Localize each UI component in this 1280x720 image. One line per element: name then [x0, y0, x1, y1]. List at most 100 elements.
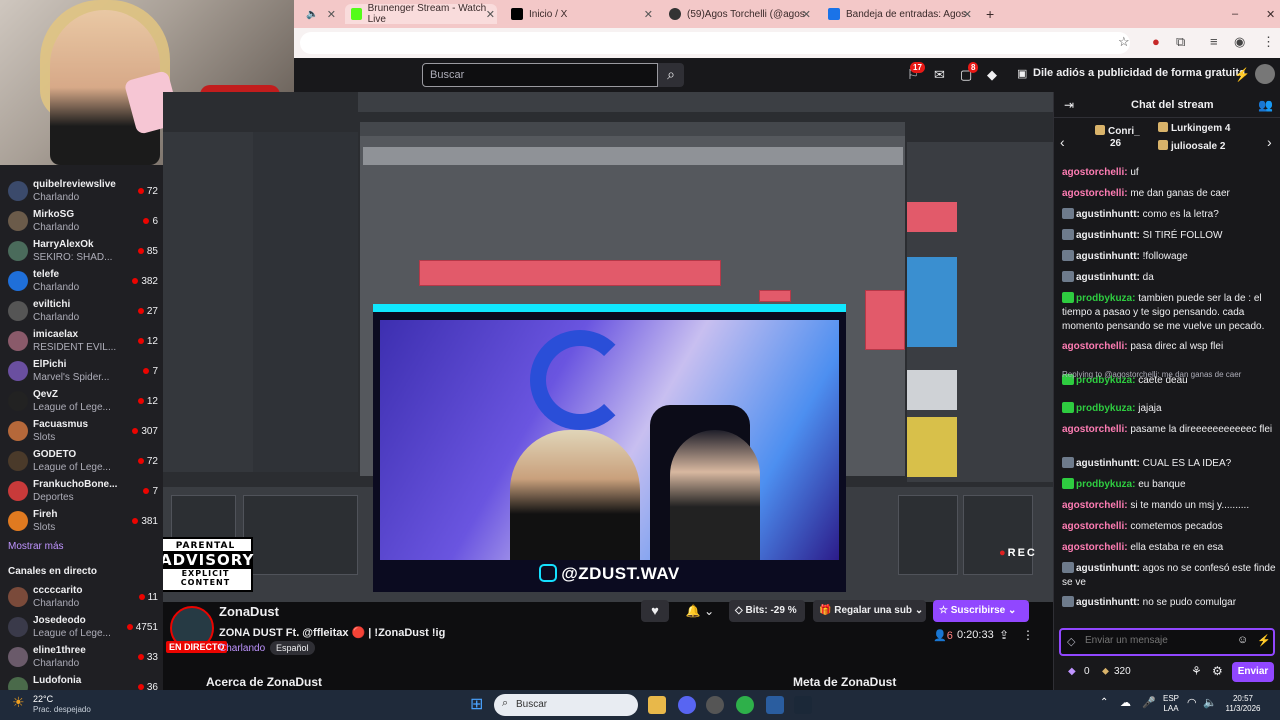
close-icon[interactable]: ✕ [486, 8, 495, 21]
close-window-icon[interactable]: ✕ [1260, 4, 1280, 24]
chat-input[interactable] [1085, 635, 1235, 646]
sidebar-channel[interactable]: ElPichi Marvel's Spider... 7 [6, 357, 158, 387]
steam-icon[interactable] [794, 696, 812, 714]
sidebar-channel[interactable]: MirkoSG Charlando 6 [6, 207, 158, 237]
follow-button[interactable]: ♥ [641, 600, 669, 622]
address-field[interactable] [300, 32, 1130, 54]
chat-username[interactable]: agustinhuntt: [1076, 458, 1140, 469]
clock[interactable]: 20:57 11/3/2026 [1222, 694, 1264, 714]
close-icon[interactable]: ✕ [644, 8, 653, 21]
chat-username[interactable]: agustinhuntt: [1076, 272, 1140, 283]
chat-username[interactable]: agustinhuntt: [1076, 563, 1140, 574]
menu-icon[interactable]: ⋮ [1262, 34, 1275, 50]
chat-username[interactable]: agostorchelli: [1062, 424, 1128, 435]
discord-icon[interactable] [678, 696, 696, 714]
language-tag[interactable]: Español [270, 641, 315, 655]
weather-icon[interactable]: ☀ [12, 694, 25, 711]
sidebar-channel[interactable]: HarryAlexOk SEKIRO: SHAD... 85 [6, 237, 158, 267]
share-icon[interactable]: ⇪ [999, 628, 1009, 642]
chat-username[interactable]: agostorchelli: [1062, 341, 1128, 352]
chat-username[interactable]: prodbykuza: [1076, 479, 1135, 490]
chat-username[interactable]: agustinhuntt: [1076, 230, 1140, 241]
ad-free-link[interactable]: Dile adiós a publicidad de forma gratuit… [1033, 67, 1245, 79]
chat-username[interactable]: agostorchelli: [1062, 521, 1128, 532]
chrome-icon[interactable] [736, 696, 754, 714]
collapse-chat-icon[interactable]: ⇥ [1064, 98, 1074, 112]
more-options-icon[interactable]: ⋮ [1022, 628, 1034, 642]
chat-username[interactable]: agostorchelli: [1062, 167, 1128, 178]
sidebar-channel[interactable]: quibelreviewslive Charlando 72 [6, 177, 158, 207]
cloud-icon[interactable]: ☁ [1120, 696, 1131, 709]
sidebar-channel[interactable]: Facuasmus Slots 307 [6, 417, 158, 447]
mute-tab[interactable]: 🔈 ✕ [300, 4, 338, 24]
chevron-up-icon[interactable]: ⌃ [1100, 697, 1108, 708]
chat-input-box[interactable]: ◇ ☺ ⚡ [1059, 628, 1275, 656]
bits-icon[interactable]: ◆ [987, 67, 997, 83]
chat-username[interactable]: agustinhuntt: [1076, 597, 1140, 608]
minimize-icon[interactable]: – [1226, 4, 1244, 24]
sidebar-channel[interactable]: GODETO League of Lege... 72 [6, 447, 158, 477]
turbo-icon[interactable]: ⚡ [1257, 634, 1271, 647]
sidebar-channel[interactable]: Josedeodo League of Lege... 4751 [6, 613, 158, 643]
inbox-icon[interactable]: ✉ [934, 67, 945, 83]
bits-button[interactable]: ◇ Bits: -29 % [729, 600, 805, 622]
file-explorer-icon[interactable] [648, 696, 666, 714]
close-icon[interactable]: ✕ [802, 8, 811, 21]
chat-username[interactable]: agustinhuntt: [1076, 251, 1140, 262]
users-icon[interactable]: 👥 [1258, 98, 1273, 112]
sidebar-channel[interactable]: imicaelax RESIDENT EVIL... 12 [6, 327, 158, 357]
chevron-right-icon[interactable]: › [1267, 134, 1272, 150]
emote-icon[interactable]: ☺ [1237, 634, 1248, 646]
avatar[interactable]: ◉ [1234, 34, 1245, 50]
subscribe-button[interactable]: ☆ Suscribirse ⌄ [933, 600, 1029, 622]
chat-username[interactable]: prodbykuza: [1076, 293, 1135, 304]
turbo-icon[interactable]: ⚡ [1234, 67, 1250, 83]
close-icon[interactable]: ✕ [327, 8, 336, 21]
extension-icon[interactable]: ● [1152, 34, 1160, 49]
app-icon[interactable] [766, 696, 784, 714]
chat-username[interactable]: prodbykuza: [1076, 403, 1135, 414]
channel-points-icon[interactable]: ⬥ [1102, 666, 1109, 677]
notifications-button[interactable]: 🔔 ⌄ [678, 600, 722, 622]
language-indicator[interactable]: ESP LAA [1163, 694, 1179, 714]
volume-icon[interactable]: 🔈 [1203, 696, 1217, 709]
channel-name[interactable]: ZonaDust [219, 604, 279, 619]
sidebar-channel[interactable]: QevZ League of Lege... 12 [6, 387, 158, 417]
show-more-link[interactable]: Mostrar más [8, 541, 64, 552]
search-input[interactable]: Buscar [422, 63, 658, 87]
sidebar-channel[interactable]: eviltichi Charlando 27 [6, 297, 158, 327]
tab-brunenger[interactable]: Brunenger Stream - Watch Live ✕ [345, 3, 497, 25]
close-icon[interactable]: ✕ [963, 8, 972, 21]
gear-icon[interactable]: ⚙ [1212, 664, 1223, 678]
sidebar-channel[interactable]: Fireh Slots 381 [6, 507, 158, 537]
reading-list-icon[interactable]: ≡ [1210, 34, 1218, 49]
sidebar-channel[interactable]: telefe Charlando 382 [6, 267, 158, 297]
category-link[interactable]: Charlando [219, 643, 265, 654]
search-icon[interactable]: ⌕ [658, 63, 684, 87]
wifi-icon[interactable]: ◠ [1187, 696, 1197, 709]
windows-start-icon[interactable]: ⊞ [470, 694, 483, 714]
chat-username[interactable]: agustinhuntt: [1076, 209, 1140, 220]
star-icon[interactable]: ☆ [1118, 34, 1130, 50]
tab-outlook[interactable]: Bandeja de entradas: Agostina t ✕ [822, 4, 974, 24]
gift-sub-button[interactable]: 🎁 Regalar una sub ⌄ [813, 600, 926, 622]
bits-icon[interactable]: ◆ [1068, 666, 1076, 677]
sidebar-channel[interactable]: cccccarito Charlando 11 [6, 583, 158, 613]
mic-icon[interactable]: 🎤 [1142, 696, 1156, 709]
chat-username[interactable]: agostorchelli: [1062, 188, 1128, 199]
avatar[interactable] [1255, 64, 1275, 84]
new-tab-button[interactable]: + [980, 4, 1000, 24]
send-button[interactable]: Enviar [1232, 662, 1274, 682]
chat-username[interactable]: agostorchelli: [1062, 500, 1128, 511]
video-player[interactable]: PARENTAL ADVISORY EXPLICIT CONTENT @ZDUS… [163, 92, 1053, 602]
badge-icon[interactable]: ◇ [1067, 635, 1075, 648]
tab-instagram[interactable]: (59)Agos Torchelli (@agostorch ✕ [663, 4, 813, 24]
sidebar-channel[interactable]: FrankuchoBone... Deportes 7 [6, 477, 158, 507]
tab-x[interactable]: Inicio / X ✕ [505, 4, 655, 24]
puzzle-icon[interactable]: ⧉ [1176, 34, 1185, 50]
chevron-left-icon[interactable]: ‹ [1060, 134, 1065, 150]
chat-username[interactable]: agostorchelli: [1062, 542, 1128, 553]
emote-icon[interactable]: ⚘ [1191, 664, 1202, 678]
app-icon[interactable] [706, 696, 724, 714]
taskbar-search[interactable]: Buscar [494, 694, 638, 716]
